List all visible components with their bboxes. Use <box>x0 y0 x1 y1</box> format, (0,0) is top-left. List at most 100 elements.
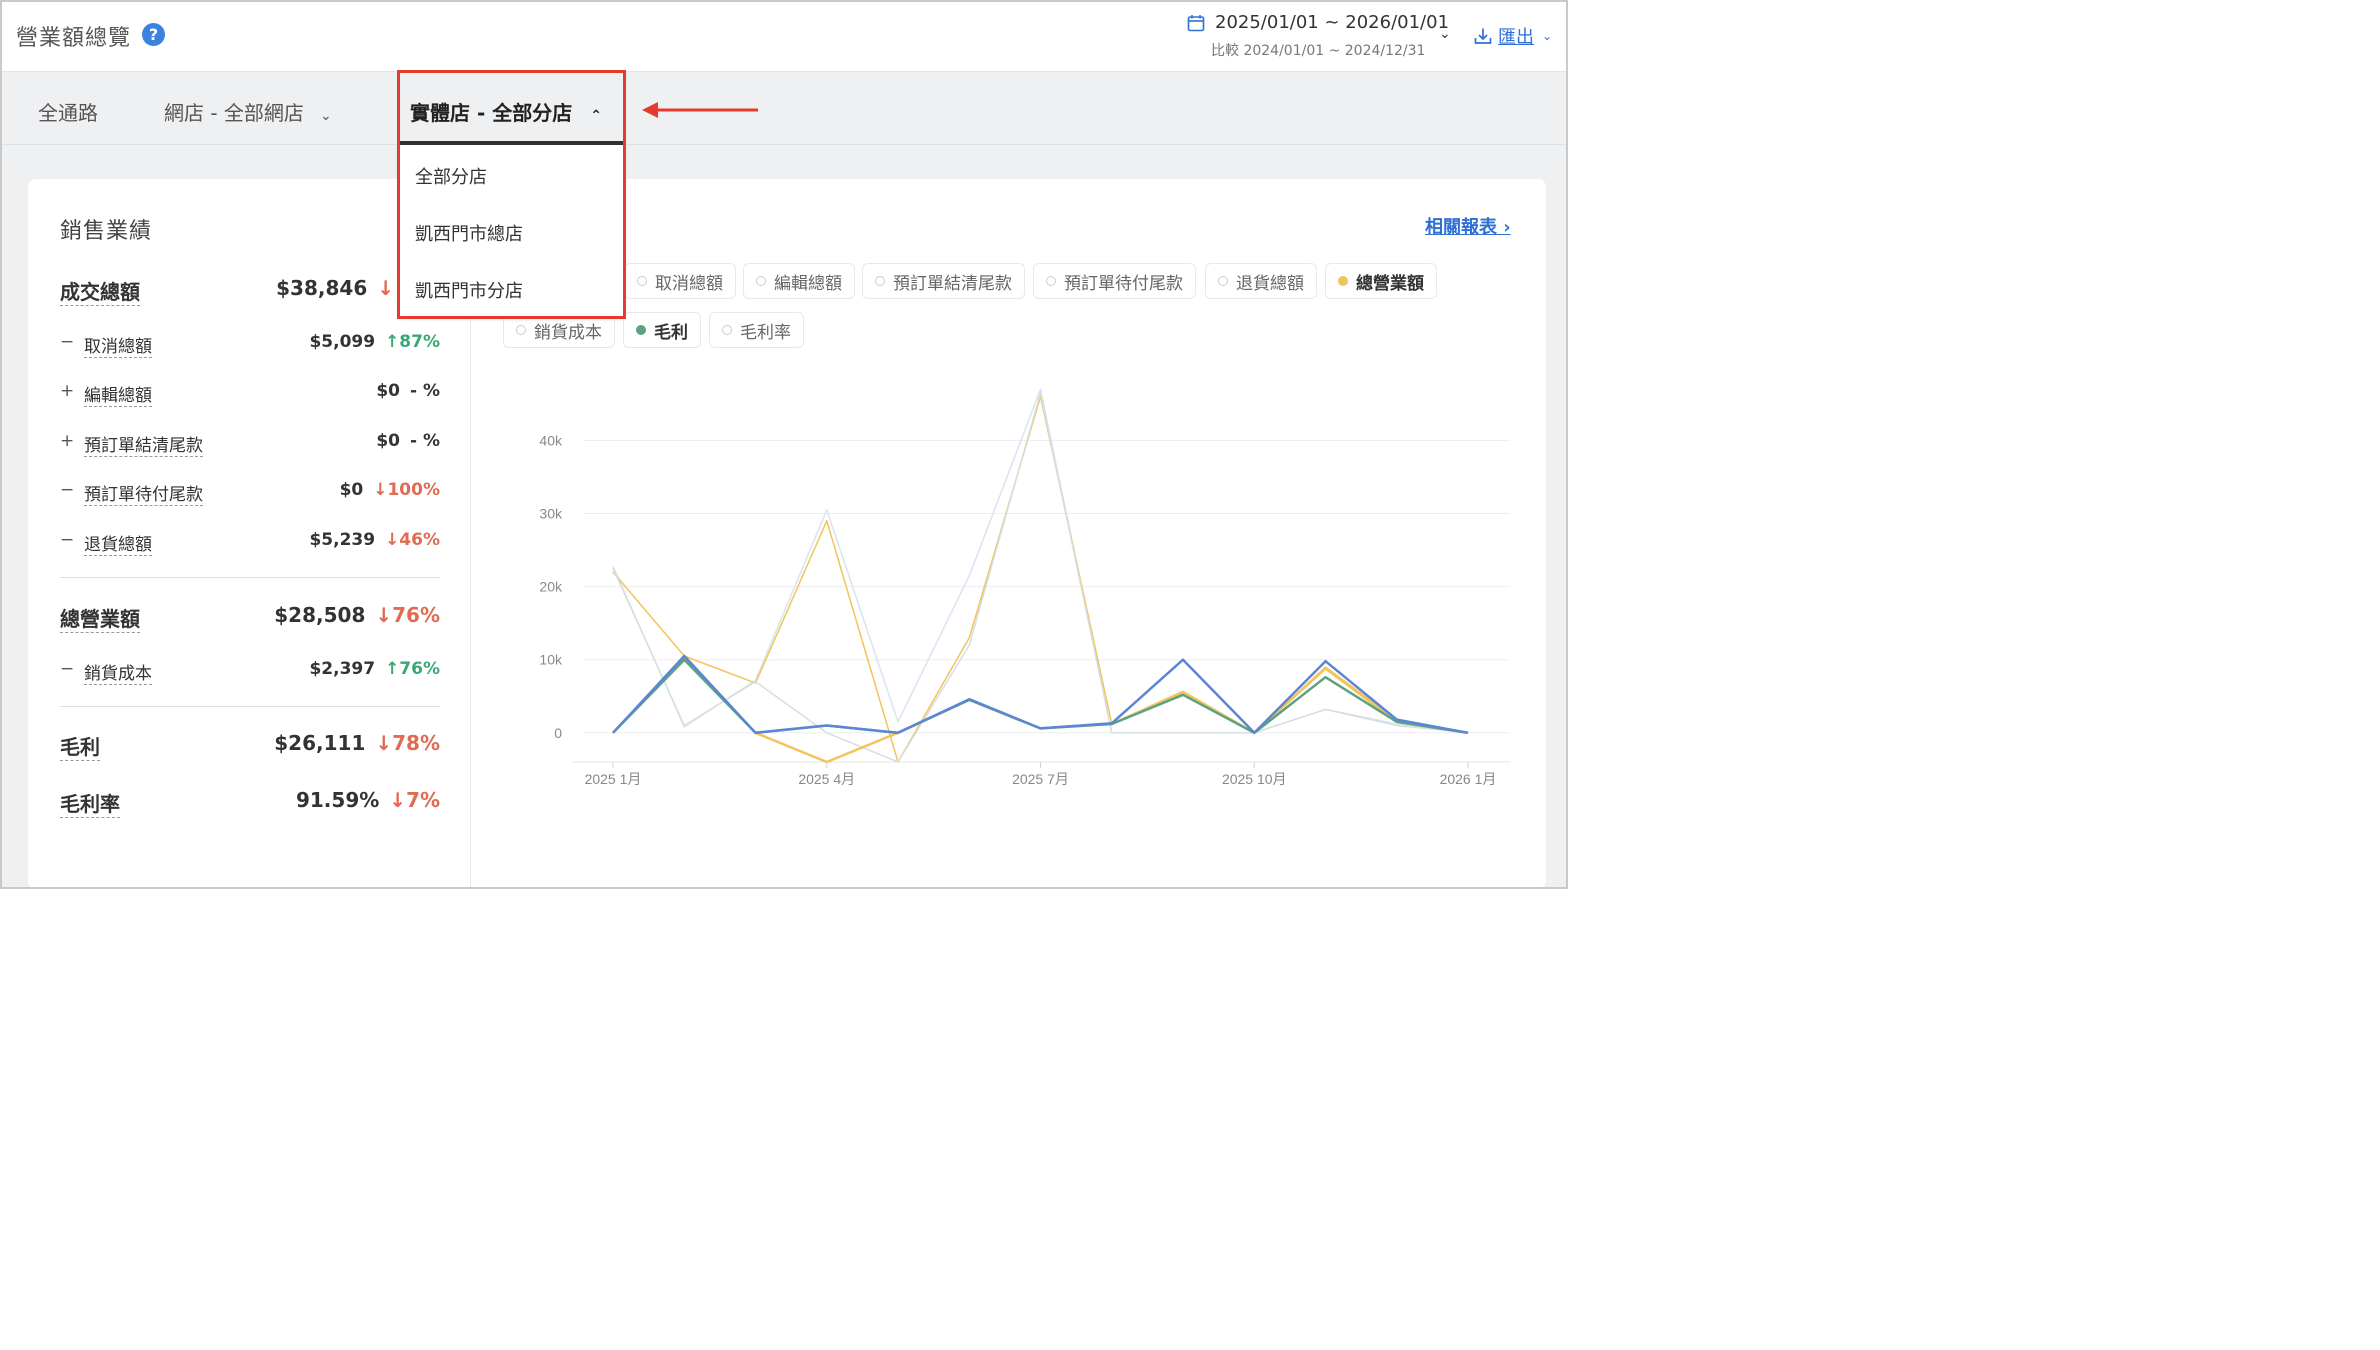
calendar-icon <box>1187 15 1205 32</box>
tab-physical-store[interactable]: 實體店 - 全部分店 ⌃ <box>410 97 602 126</box>
legend-dot-icon <box>637 276 647 286</box>
metric-amount: $0 <box>376 381 400 401</box>
chip-gross-margin[interactable]: 毛利率 <box>709 312 804 348</box>
metric-preorder-settled: + 預訂單結清尾款 $0 - % <box>60 431 440 461</box>
chip-label: 銷貨成本 <box>534 322 602 343</box>
metric-change: ↓76% <box>375 603 440 627</box>
x-tick-label: 2025 4月 <box>798 771 855 787</box>
tab-all-channels[interactable]: 全通路 <box>38 97 98 126</box>
chevron-down-icon: ⌄ <box>1542 29 1553 43</box>
chip-gross-profit[interactable]: 毛利 <box>623 312 701 348</box>
chip-label: 毛利率 <box>740 322 791 343</box>
legend-dot-icon <box>1046 276 1056 286</box>
metric-label[interactable]: 毛利率 <box>60 788 120 818</box>
chevron-down-icon[interactable]: ⌄ <box>1439 26 1451 42</box>
plus-icon: + <box>60 381 75 401</box>
tab-label: 全通路 <box>38 101 98 125</box>
metric-label[interactable]: 銷貨成本 <box>84 659 152 685</box>
metric-label[interactable]: 退貨總額 <box>84 530 152 556</box>
legend-dot-icon <box>1218 276 1228 286</box>
chevron-down-icon: ⌄ <box>319 108 332 124</box>
metric-label[interactable]: 編輯總額 <box>84 381 152 407</box>
metric-label[interactable]: 成交總額 <box>60 276 140 306</box>
metric-change: ↑87% <box>385 332 440 352</box>
download-icon <box>1474 28 1492 44</box>
minus-icon: − <box>60 480 75 500</box>
y-tick-label: 10k <box>539 652 563 668</box>
y-tick-label: 40k <box>539 432 563 448</box>
metric-gross-margin: 毛利率 91.59% ↓7% <box>60 788 440 818</box>
metric-label[interactable]: 取消總額 <box>84 332 152 358</box>
metric-amount: $5,239 <box>309 530 376 550</box>
metric-value: $5,099 ↑87% <box>309 332 440 352</box>
series-line <box>612 395 1469 763</box>
sales-line-chart: 0 10k 20k 30k 40k 2025 1月 2025 4月 2025 7月 2025 1… <box>539 388 1510 787</box>
metric-label[interactable]: 預訂單結清尾款 <box>84 431 203 457</box>
metric-value: $0 - % <box>376 381 440 401</box>
metric-change: ↓7% <box>389 788 440 812</box>
chip-preorder-settled[interactable]: 預訂單結清尾款 <box>862 263 1025 299</box>
chevron-up-icon: ⌃ <box>590 108 602 124</box>
minus-icon: − <box>60 659 75 679</box>
series-line <box>612 658 1469 735</box>
divider <box>60 706 440 707</box>
legend-dot-icon <box>636 325 646 335</box>
related-reports-link[interactable]: 相關報表 › <box>1425 213 1511 239</box>
dropdown-item-branch-store[interactable]: 凱西門市分店 <box>415 277 523 303</box>
metric-cancel: − 取消總額 $5,099 ↑87% <box>60 332 440 362</box>
chip-preorder-pending[interactable]: 預訂單待付尾款 <box>1033 263 1196 299</box>
legend-dot-icon <box>722 325 732 335</box>
tab-online-store[interactable]: 網店 - 全部網店 ⌄ <box>164 97 332 126</box>
date-range-text: 2025/01/01 ~ 2026/01/01 <box>1215 12 1450 33</box>
metric-label[interactable]: 毛利 <box>60 731 100 761</box>
metric-cogs: − 銷貨成本 $2,397 ↑76% <box>60 659 440 689</box>
series-line <box>612 392 1469 763</box>
legend-dot-icon <box>1338 276 1348 286</box>
metric-label[interactable]: 總營業額 <box>60 603 140 633</box>
metric-amount: $0 <box>376 431 400 451</box>
minus-icon: − <box>60 332 75 352</box>
metric-value: $5,239 ↓46% <box>309 530 440 550</box>
app-window: 營業額總覽 ? 2025/01/01 ~ 2026/01/01 比較 2024/… <box>0 0 1568 889</box>
legend-dot-icon <box>516 325 526 335</box>
store-dropdown-menu: 全部分店 凱西門市總店 凱西門市分店 <box>399 145 624 317</box>
chip-cogs[interactable]: 銷貨成本 <box>503 312 615 348</box>
page-header: 營業額總覽 ? 2025/01/01 ~ 2026/01/01 比較 2024/… <box>2 2 1566 72</box>
dropdown-item-main-store[interactable]: 凱西門市總店 <box>415 220 523 246</box>
chip-cancel-total[interactable]: 取消總額 <box>624 263 736 299</box>
channel-tabs: 全通路 網店 - 全部網店 ⌄ 實體店 - 全部分店 ⌃ <box>2 73 1566 145</box>
metric-change: ↑76% <box>385 659 440 679</box>
metric-value: $0 ↓100% <box>340 480 440 500</box>
metric-amount: $26,111 <box>274 731 366 755</box>
chip-edit-total[interactable]: 編輯總額 <box>743 263 855 299</box>
plus-icon: + <box>60 431 75 451</box>
annotation-arrow-icon <box>642 102 758 118</box>
metric-gross-profit: 毛利 $26,111 ↓78% <box>60 731 440 761</box>
section-title: 銷售業績 <box>60 219 153 244</box>
tab-label: 實體店 - 全部分店 <box>410 101 573 125</box>
metric-total-revenue: 總營業額 $28,508 ↓76% <box>60 603 440 633</box>
help-icon[interactable]: ? <box>142 23 165 46</box>
export-label: 匯出 <box>1498 27 1534 48</box>
legend-dot-icon <box>875 276 885 286</box>
export-button[interactable]: 匯出 ⌄ <box>1474 22 1552 50</box>
chip-label: 編輯總額 <box>774 273 842 294</box>
x-tick-label: 2026 1月 <box>1440 771 1497 787</box>
legend-dot-icon <box>756 276 766 286</box>
metric-label[interactable]: 預訂單待付尾款 <box>84 480 203 506</box>
x-tick-label: 2025 7月 <box>1012 771 1069 787</box>
tab-label: 網店 - 全部網店 <box>164 101 304 125</box>
chip-total-revenue[interactable]: 總營業額 <box>1325 263 1437 299</box>
chip-label: 退貨總額 <box>1236 273 1304 294</box>
y-tick-label: 0 <box>554 725 562 741</box>
y-tick-label: 30k <box>539 506 563 522</box>
metric-edit: + 編輯總額 $0 - % <box>60 381 440 411</box>
page-title: 營業額總覽 <box>16 26 132 51</box>
chip-label: 總營業額 <box>1356 273 1424 294</box>
metric-change: - % <box>409 431 440 451</box>
dropdown-item-all-stores[interactable]: 全部分店 <box>415 163 487 189</box>
metric-preorder-pending: − 預訂單待付尾款 $0 ↓100% <box>60 480 440 510</box>
chip-returns[interactable]: 退貨總額 <box>1205 263 1317 299</box>
metric-value: $28,508 ↓76% <box>274 603 440 627</box>
metric-returns: − 退貨總額 $5,239 ↓46% <box>60 530 440 560</box>
